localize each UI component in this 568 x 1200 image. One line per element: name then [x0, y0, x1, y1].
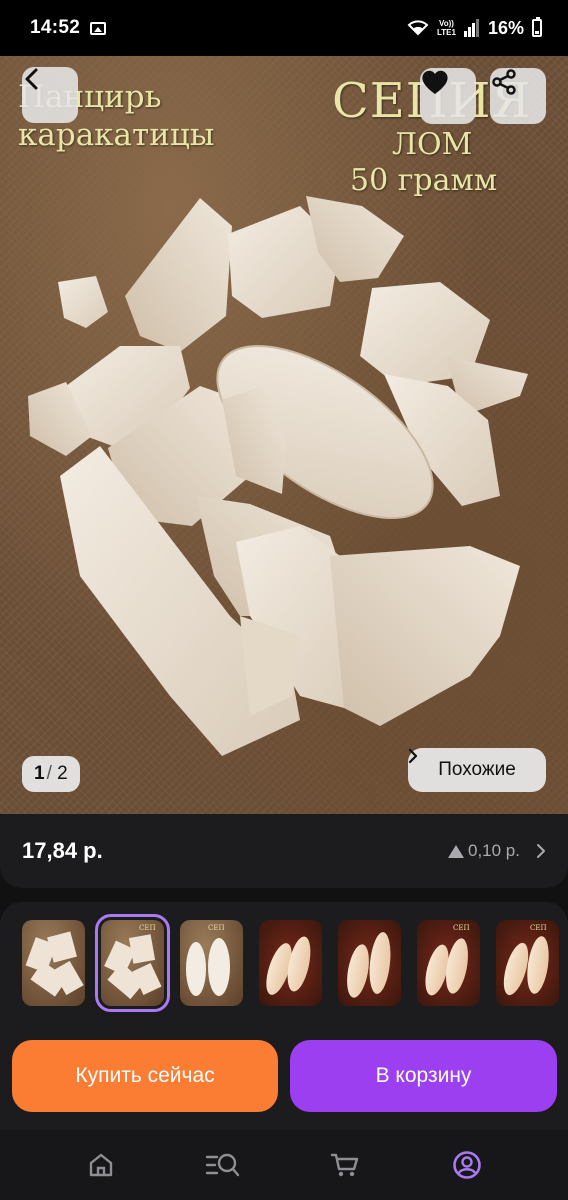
price-change-value: 0,10 р.: [468, 841, 520, 860]
pager-current: 1: [34, 763, 45, 784]
image-caption-kind: ЛОМ: [392, 127, 473, 162]
thumbnail-3[interactable]: СЕП: [180, 920, 243, 1006]
pager-total: 2: [57, 763, 68, 784]
wifi-icon: [407, 20, 429, 36]
status-bar: 14:52 Vo)) LTE1 16%: [0, 0, 568, 56]
cart-icon: [330, 1153, 359, 1177]
nav-profile[interactable]: [445, 1143, 489, 1187]
signal-icon: [463, 19, 479, 37]
chevron-left-icon: [25, 68, 38, 90]
battery-percent: 16%: [487, 17, 524, 38]
back-button[interactable]: [22, 67, 78, 123]
image-caption-line2: каракатицы: [18, 117, 215, 153]
similar-button[interactable]: Похожие: [408, 748, 546, 792]
chevron-right-icon: [408, 748, 418, 764]
price-up-icon: [448, 844, 464, 858]
catalog-search-icon: [205, 1153, 240, 1177]
favorite-button[interactable]: [420, 68, 476, 124]
volte-indicator: Vo)) LTE1: [437, 19, 456, 37]
nav-catalog[interactable]: [201, 1143, 245, 1187]
battery-icon: [532, 17, 542, 37]
gallery-notification-icon: [90, 21, 107, 35]
status-time: 14:52: [30, 17, 81, 38]
heart-icon: [422, 70, 448, 94]
bottom-nav: [0, 1130, 568, 1200]
profile-icon: [453, 1151, 481, 1179]
price-change[interactable]: 0,10 р.: [448, 841, 546, 861]
volte-top: Vo)): [439, 19, 454, 28]
thumbnail-list: СЕП СЕП СЕП СЕП: [22, 914, 559, 1012]
thumbnail-7[interactable]: СЕП: [496, 920, 559, 1006]
product-price: 17,84 р.: [22, 838, 103, 863]
nav-home[interactable]: [79, 1143, 123, 1187]
thumbnail-5[interactable]: [338, 920, 401, 1006]
chevron-right-icon: [537, 844, 545, 858]
thumbnail-4[interactable]: [259, 920, 322, 1006]
image-pager: 1 / 2: [22, 756, 80, 792]
nav-cart[interactable]: [323, 1143, 367, 1187]
price-panel[interactable]: 17,84 р. 0,10 р.: [0, 814, 568, 888]
buy-now-button[interactable]: Купить сейчас: [12, 1040, 278, 1112]
pager-separator: /: [46, 763, 58, 784]
image-caption-weight: 50 грамм: [350, 163, 498, 198]
similar-label: Похожие: [438, 759, 516, 780]
status-indicators: Vo)) LTE1 16%: [407, 17, 542, 39]
thumbnail-2-selected[interactable]: СЕП: [95, 914, 170, 1012]
action-bar: Купить сейчас В корзину: [0, 1026, 568, 1130]
add-to-cart-button[interactable]: В корзину: [290, 1040, 557, 1112]
home-icon: [89, 1153, 113, 1177]
product-image[interactable]: Панцирь каракатицы СЕПИЯ ЛОМ 50 грамм 1 …: [0, 56, 568, 814]
share-button[interactable]: [490, 68, 546, 124]
share-icon: [492, 69, 516, 95]
volte-bottom: LTE1: [437, 28, 456, 37]
thumbnail-6[interactable]: СЕП: [417, 920, 480, 1006]
thumbnail-1[interactable]: [22, 920, 85, 1006]
thumbnail-strip[interactable]: СЕП СЕП СЕП СЕП: [0, 902, 568, 1026]
